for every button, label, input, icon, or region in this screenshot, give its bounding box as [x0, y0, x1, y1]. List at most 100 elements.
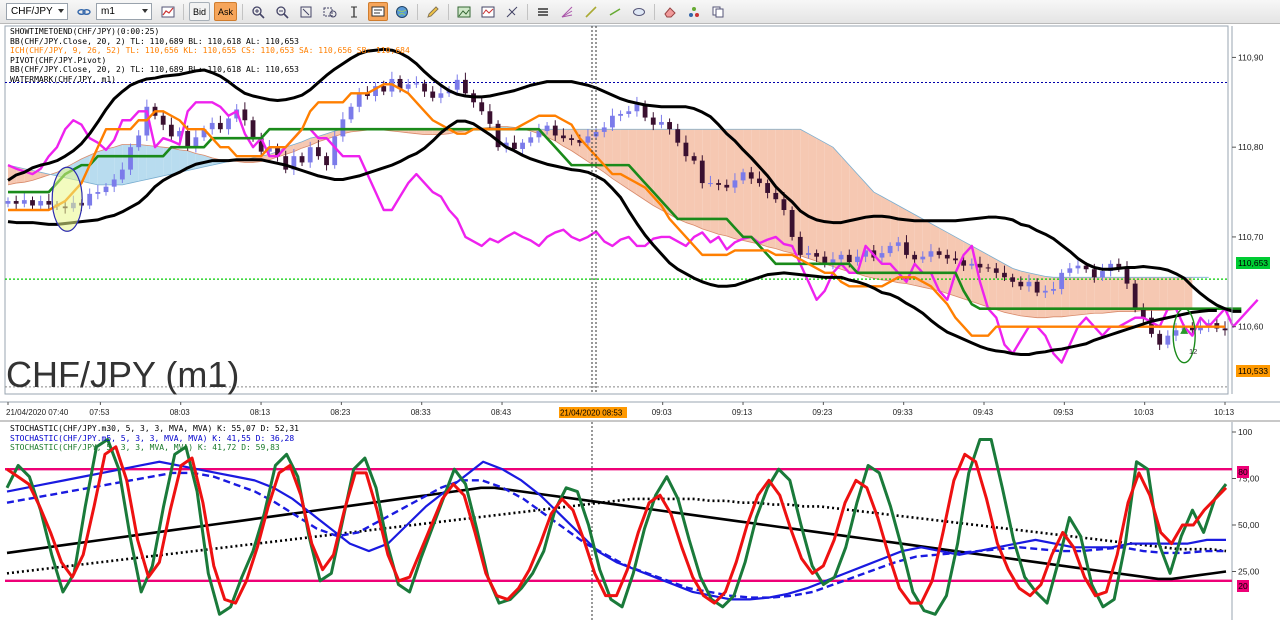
indicator-window-icon[interactable] — [478, 2, 498, 21]
candle-body — [1059, 272, 1065, 289]
candle-body — [846, 254, 852, 263]
kumo-cloud-segment — [628, 129, 637, 195]
indicator-legend-item[interactable]: WATERMARK(CHF/JPY, m1) — [10, 75, 116, 85]
ask-button[interactable]: Ask — [214, 2, 238, 21]
candle-body — [561, 135, 566, 139]
text-cursor-icon[interactable] — [344, 2, 364, 21]
ellipse-tool-icon[interactable] — [629, 2, 649, 21]
candle-body — [1124, 268, 1130, 284]
candle-body — [487, 111, 493, 124]
marker-count-label: 12 — [1189, 347, 1198, 356]
candle-body — [242, 109, 248, 121]
chart-type-icon[interactable] — [158, 2, 178, 21]
indicator-legend-item[interactable]: SHOWTIMETOEND(CHF/JPY)(0:00:25) — [10, 27, 159, 37]
kumo-cloud-segment — [1045, 276, 1054, 318]
copy-icon[interactable] — [708, 2, 728, 21]
candle-body — [250, 120, 256, 139]
candle-body — [977, 263, 983, 268]
candle-body — [895, 242, 901, 246]
candle-body — [13, 201, 19, 204]
price-chart-pane[interactable]: 110,90 110,80 110,70 110,60 21/04/2020 07:40… — [0, 24, 1280, 420]
candle-body — [422, 83, 427, 92]
zoom-range-icon[interactable] — [320, 2, 340, 21]
symbol-select[interactable]: CHF/JPY — [6, 3, 68, 20]
oversold-level-tag: 20 — [1237, 580, 1249, 592]
candle-body — [887, 245, 893, 254]
indicator-legend-item[interactable]: BB(CHF/JPY.Close, 20, 2) TL: 110,689 BL:… — [10, 65, 299, 75]
link-icon[interactable] — [74, 2, 94, 21]
price-axis-label: 110,90 — [1238, 52, 1264, 62]
candle-body — [119, 169, 125, 180]
globe-icon[interactable] — [392, 2, 412, 21]
kumo-cloud-segment — [865, 183, 874, 279]
candle-body — [740, 172, 746, 181]
chevron-down-icon — [142, 9, 148, 13]
timeframe-select[interactable]: m1 — [96, 3, 152, 20]
candle-body — [299, 156, 305, 163]
candle-body — [691, 156, 697, 161]
time-axis-label: 09:53 — [1053, 408, 1074, 417]
candle-body — [217, 122, 223, 130]
zoom-in-icon[interactable] — [248, 2, 268, 21]
candle-body — [904, 242, 909, 255]
indicator-legend-item[interactable]: PIVOT(CHF/JPY.Pivot) — [10, 56, 106, 66]
candle-body — [569, 138, 574, 140]
candle-body — [1165, 335, 1171, 345]
candle-body — [936, 251, 942, 255]
eraser-icon[interactable] — [660, 2, 680, 21]
kumo-cloud-segment — [171, 148, 180, 175]
kumo-cloud-segment — [1159, 277, 1168, 311]
candle-body — [87, 193, 93, 206]
kumo-cloud-segment — [881, 196, 891, 281]
candle-body — [675, 129, 681, 143]
fibonacci-icon[interactable] — [502, 2, 522, 21]
candle-body — [610, 115, 615, 128]
kumo-cloud-segment — [1037, 274, 1046, 318]
candle-body — [1140, 308, 1146, 318]
candle-body — [30, 200, 35, 206]
candle-body — [732, 180, 738, 188]
candle-body — [765, 183, 771, 193]
kumo-cloud-segment — [841, 156, 850, 272]
trend-line-icon[interactable] — [581, 2, 601, 21]
stochastic-legend-item[interactable]: STOCHASTIC(CHF/JPY, 5, 3, 3, MVA, MVA) K… — [10, 443, 280, 453]
pencil-icon[interactable] — [423, 2, 443, 21]
toolbar-divider — [417, 3, 419, 20]
layout-icon[interactable] — [684, 2, 704, 21]
overbought-level-tag: 80 — [1237, 466, 1249, 478]
indicator-legend-item[interactable]: BB(CHF/JPY.Close, 20, 2) TL: 110,689 BL:… — [10, 37, 299, 47]
highlight-ellipse-left[interactable] — [51, 166, 83, 232]
candle-body — [993, 268, 999, 273]
toolbar-divider — [527, 3, 529, 20]
candle-body — [1067, 268, 1073, 273]
ray-line-icon[interactable] — [605, 2, 625, 21]
candle-body — [912, 254, 918, 260]
candle-body — [356, 93, 362, 107]
candle-body — [920, 256, 926, 260]
chevron-down-icon — [58, 9, 64, 13]
image-icon[interactable] — [454, 2, 474, 21]
stochastic-legend-item[interactable]: STOCHASTIC(CHF/JPY.m30, 5, 3, 3, MVA, MV… — [10, 424, 299, 434]
stochastic-pane[interactable]: 100 75,00 50,00 25,00 STOCHASTIC(CHF/JPY.m3… — [0, 420, 1280, 620]
candle-body — [1010, 277, 1016, 282]
crosshair-info-icon[interactable] — [368, 2, 389, 21]
trend-fan-icon[interactable] — [557, 2, 577, 21]
kumo-cloud-segment — [914, 214, 923, 288]
indicator-legend-item[interactable]: ICH(CHF/JPY, 9, 26, 52) TL: 110,656 KL: … — [10, 46, 410, 56]
kumo-cloud-segment — [808, 133, 817, 262]
horizontal-lines-icon[interactable] — [533, 2, 553, 21]
kumo-cloud-segment — [751, 129, 760, 245]
time-axis-label: 08:23 — [330, 408, 351, 417]
candle-body — [136, 135, 142, 148]
candle-body — [773, 192, 779, 200]
toolbar-divider — [183, 3, 184, 20]
auto-scale-icon[interactable] — [296, 2, 316, 21]
stochastic-legend-item[interactable]: STOCHASTIC(CHF/JPY.m5, 5, 3, 3, MVA, MVA… — [10, 434, 294, 444]
candle-body — [315, 147, 321, 157]
kumo-cloud-segment — [832, 147, 842, 270]
bid-button[interactable]: Bid — [189, 2, 211, 21]
zoom-out-icon[interactable] — [272, 2, 292, 21]
time-axis-label: 09:43 — [973, 408, 994, 417]
kumo-cloud-segment — [620, 129, 629, 190]
low-price-tag: 110,533 — [1236, 365, 1270, 377]
